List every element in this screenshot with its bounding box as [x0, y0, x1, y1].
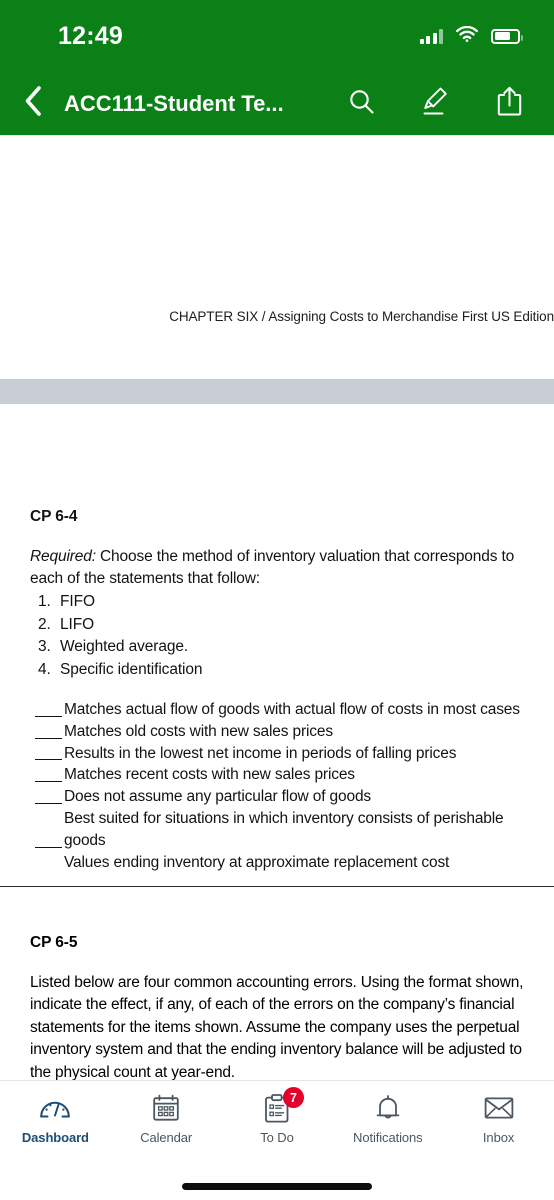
list-item-number: 1. — [38, 593, 51, 610]
list-item-number: 4. — [38, 660, 51, 678]
answer-blank — [35, 781, 62, 783]
statement-text: Values ending inventory at approximate r… — [64, 853, 450, 871]
statement-text: Matches recent costs with new sales pric… — [64, 766, 355, 784]
document-viewer[interactable]: CHAPTER SIX / Assigning Costs to Merchan… — [0, 136, 554, 1200]
list-item-label: Weighted average. — [60, 638, 189, 655]
document-page-content: CP 6-4 Required: Choose the method of in… — [0, 426, 554, 873]
nav-actions — [346, 86, 524, 122]
list-item: Matches actual flow of goods with actual… — [30, 699, 532, 721]
dashboard-gauge-icon — [39, 1093, 71, 1123]
tab-label: Dashboard — [21, 1130, 89, 1145]
tab-notifications[interactable]: Notifications — [332, 1093, 443, 1145]
share-upload-icon — [496, 86, 523, 122]
share-button[interactable] — [494, 86, 524, 122]
status-bar-clock: 12:49 — [58, 21, 123, 50]
answer-blank — [35, 846, 62, 848]
list-item: Results in the lowest net income in peri… — [30, 743, 532, 765]
document-page-content-two: CP 6-5 Listed below are four common acco… — [0, 896, 554, 1084]
highlighter-pen-icon — [422, 86, 449, 121]
tab-dashboard[interactable]: Dashboard — [0, 1093, 111, 1145]
clipboard-checklist-icon: 7 — [264, 1087, 304, 1123]
tab-label: Inbox — [482, 1130, 515, 1145]
statement-blank-list: Matches actual flow of goods with actual… — [30, 699, 532, 873]
answer-blank — [35, 715, 62, 717]
annotate-button[interactable] — [420, 86, 450, 121]
section-body-cp65: Listed below are four common accounting … — [30, 974, 524, 1081]
tab-calendar[interactable]: Calendar — [111, 1093, 222, 1145]
home-indicator[interactable] — [182, 1183, 372, 1190]
back-button[interactable] — [10, 81, 56, 127]
battery-icon — [491, 28, 523, 44]
cellular-signal-icon — [419, 28, 443, 44]
envelope-icon — [484, 1093, 514, 1123]
section-heading-cp65: CP 6-5 — [30, 934, 78, 951]
statement-text: Matches old costs with new sales prices — [64, 722, 333, 740]
tab-to-do[interactable]: 7 To Do — [222, 1087, 333, 1145]
page-title: ACC111-Student Te... — [64, 90, 284, 116]
list-item: 2. LIFO — [30, 614, 532, 637]
page-boundary-rule — [0, 886, 554, 887]
status-bar: 12:49 — [0, 0, 554, 72]
answer-blank — [35, 759, 62, 761]
list-item: 4. Specific identification — [30, 659, 532, 682]
list-item: 3. Weighted average. — [30, 636, 532, 659]
section-heading-cp64: CP 6-4 — [30, 508, 78, 525]
status-bar-indicators — [419, 25, 523, 47]
answer-blank — [35, 737, 62, 739]
statement-text: Best suited for situations in which inve… — [64, 809, 504, 849]
list-item: Values ending inventory at approximate r… — [30, 852, 532, 874]
statement-text: Does not assume any particular flow of g… — [64, 788, 372, 806]
tab-label: Notifications — [353, 1130, 423, 1145]
required-label: Required: — [30, 548, 96, 565]
list-item: Matches old costs with new sales prices — [30, 721, 532, 743]
inventory-method-list: 1. FIFO 2. LIFO 3. Weighted average. 4. Spec… — [30, 591, 532, 681]
list-item-label: FIFO — [60, 593, 95, 610]
document-running-head: CHAPTER SIX / Assigning Costs to Merchan… — [169, 309, 554, 324]
list-item-number: 2. — [38, 615, 51, 633]
list-item-label: LIFO — [60, 615, 95, 633]
calendar-icon — [152, 1093, 180, 1123]
list-item: Does not assume any particular flow of g… — [30, 786, 532, 808]
tab-label: To Do — [260, 1130, 294, 1145]
required-text: Choose the method of inventory valuation… — [30, 548, 515, 587]
tab-label: Calendar — [140, 1130, 193, 1145]
tab-inbox[interactable]: Inbox — [443, 1093, 554, 1145]
wifi-icon — [456, 25, 478, 47]
bottom-tab-bar: Dashboard Calendar 7 To Do Notifications… — [0, 1080, 554, 1200]
list-item-number: 3. — [38, 638, 51, 655]
list-item: 1. FIFO — [30, 591, 532, 614]
bell-icon — [374, 1093, 402, 1123]
page-separator-band — [0, 379, 554, 404]
statement-text: Matches actual flow of goods with actual… — [64, 701, 520, 718]
statement-text: Results in the lowest net income in peri… — [64, 744, 457, 762]
list-item-label: Specific identification — [60, 660, 203, 678]
answer-blank — [35, 802, 62, 804]
to-do-badge: 7 — [282, 1087, 304, 1108]
section-required-paragraph: Required: Choose the method of inventory… — [30, 546, 532, 590]
nav-bar: ACC111-Student Te... — [0, 72, 554, 136]
app-root: 12:49 ACC111-Student Te... CHAPTER SIX /… — [0, 0, 554, 1200]
search-icon — [348, 88, 375, 120]
list-item: Best suited for situations in which inve… — [30, 808, 532, 852]
list-item: Matches recent costs with new sales pric… — [30, 764, 532, 786]
search-button[interactable] — [346, 89, 376, 119]
chevron-left-icon — [23, 85, 43, 122]
